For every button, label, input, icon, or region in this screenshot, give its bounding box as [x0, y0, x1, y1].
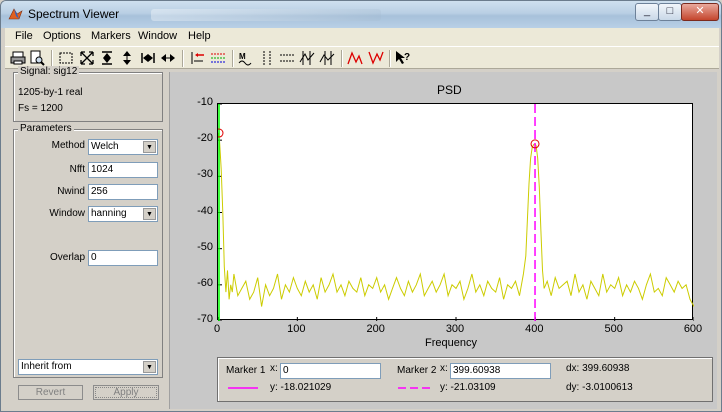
y-tick-label: -30	[197, 168, 213, 181]
x-tick-label: 400	[525, 323, 544, 335]
valleys-icon[interactable]	[368, 50, 384, 66]
window-select[interactable]: hanning ▼	[88, 206, 158, 222]
overlap-label: Overlap	[49, 252, 85, 263]
cross-marker-icon[interactable]	[210, 50, 226, 66]
print-icon[interactable]	[10, 50, 26, 66]
signal-fs: Fs = 1200	[18, 103, 63, 114]
x-tick-label: 500	[604, 323, 623, 335]
toolbar-separator	[51, 50, 53, 67]
menu-options[interactable]: Options	[43, 30, 81, 42]
zoom-box-icon[interactable]	[58, 50, 74, 66]
revert-button[interactable]: Revert	[18, 385, 83, 400]
y-tick-label: -50	[197, 240, 213, 253]
zoom-y-icon[interactable]	[99, 50, 115, 66]
marker2-line-icon	[398, 387, 434, 389]
menu-help[interactable]: Help	[188, 30, 211, 42]
marker2-y: y: -21.03109	[440, 382, 496, 393]
chart-title: PSD	[437, 83, 462, 97]
toolbar-separator	[341, 50, 343, 67]
marker-dy: dy: -3.0100613	[566, 382, 633, 393]
nwind-field[interactable]: 256	[88, 184, 158, 200]
marker1-line-icon	[228, 387, 258, 389]
zoom-x-in-icon[interactable]	[160, 50, 176, 66]
marker2-label: Marker 2	[397, 365, 437, 376]
psd-series-line	[217, 132, 695, 307]
menu-window[interactable]: Window	[138, 30, 177, 42]
marker1-x-label: x:	[270, 363, 278, 374]
y-tick-label: -10	[197, 96, 213, 108]
x-tick-label: 200	[366, 323, 385, 335]
zoom-x-icon[interactable]	[140, 50, 156, 66]
maximize-button[interactable]: □	[658, 3, 682, 21]
close-button[interactable]: ✕	[681, 3, 719, 21]
nwind-label: Nwind	[57, 186, 85, 197]
nfft-label: Nfft	[69, 164, 85, 175]
method-select[interactable]: Welch ▼	[88, 139, 158, 155]
menu-bar: File Options Markers Window Help	[5, 28, 719, 46]
method-value: Welch	[91, 141, 119, 152]
horizontal-markers-icon[interactable]	[299, 50, 315, 66]
track-markers-icon[interactable]	[319, 50, 335, 66]
x-tick-label: 0	[213, 323, 221, 335]
menu-file[interactable]: File	[15, 30, 33, 42]
svg-text:?: ?	[404, 52, 410, 63]
signal-legend: Signal: sig12	[18, 66, 80, 77]
svg-text:M: M	[239, 52, 246, 61]
inherit-from-select[interactable]: Inherit from ▼	[18, 359, 158, 375]
marker-settings-icon[interactable]	[259, 50, 275, 66]
toolbar: M ?	[5, 46, 719, 69]
matlab-icon	[8, 8, 23, 20]
y-tick-label: -60	[197, 276, 213, 289]
psd-axes[interactable]	[214, 103, 695, 322]
minimize-button[interactable]: _	[635, 3, 659, 21]
vertical-markers-icon[interactable]	[279, 50, 295, 66]
parameters-legend: Parameters	[18, 123, 74, 134]
chevron-down-icon[interactable]: ▼	[143, 141, 156, 153]
title-bar-blur	[151, 9, 381, 21]
marker2-x-label: x:	[440, 363, 448, 374]
signal-size: 1205-by-1 real	[18, 87, 83, 98]
chevron-down-icon[interactable]: ▼	[143, 208, 156, 220]
marker-dx: dx: 399.60938	[566, 363, 630, 374]
window-value: hanning	[91, 208, 127, 219]
signal-panel: Signal: sig12 1205-by-1 real Fs = 1200	[13, 66, 163, 122]
window-label: Window	[49, 208, 85, 219]
mouse-zoom-icon[interactable]	[189, 50, 205, 66]
toolbar-separator	[182, 50, 184, 67]
x-tick-label: 300	[445, 323, 465, 335]
zoom-full-icon[interactable]	[79, 50, 95, 66]
nfft-field[interactable]: 1024	[88, 162, 158, 178]
marker1-y: y: -18.021029	[270, 382, 332, 393]
title-bar[interactable]: Spectrum Viewer _ □ ✕	[1, 1, 721, 28]
print-preview-icon[interactable]	[29, 50, 45, 66]
overlap-field[interactable]: 0	[88, 250, 158, 266]
menu-markers[interactable]: Markers	[91, 30, 131, 42]
psd-chart[interactable]	[214, 103, 695, 322]
zoom-y-in-icon[interactable]	[119, 50, 135, 66]
marker-line-icon[interactable]: M	[238, 50, 254, 66]
x-axis-label: Frequency	[425, 337, 477, 349]
x-tick-label: 100	[287, 323, 306, 335]
inherit-value: Inherit from	[21, 361, 72, 372]
y-tick-label: -20	[197, 132, 213, 145]
window-title: Spectrum Viewer	[28, 7, 120, 21]
parameters-panel: Parameters Method Welch ▼ Nfft 1024 Nwin…	[13, 123, 163, 378]
marker-readout: Marker 1 x: 0 y: -18.021029 Marker 2 x: …	[217, 357, 713, 402]
marker1-x-field[interactable]: 0	[280, 363, 381, 379]
chevron-down-icon[interactable]: ▼	[143, 361, 156, 373]
spectrum-viewer-window: Spectrum Viewer _ □ ✕ File Options Marke…	[0, 0, 722, 412]
toolbar-separator	[389, 50, 391, 67]
method-label: Method	[51, 140, 85, 151]
peaks-icon[interactable]	[347, 50, 363, 66]
whats-this-icon[interactable]: ?	[395, 50, 411, 66]
toolbar-separator	[232, 50, 234, 67]
y-tick-label: -40	[197, 204, 213, 217]
marker2-x-field[interactable]: 399.60938	[450, 363, 551, 379]
apply-button[interactable]: Apply	[93, 385, 159, 400]
x-tick-label: 600	[683, 323, 703, 335]
marker1-label: Marker 1	[226, 365, 266, 376]
